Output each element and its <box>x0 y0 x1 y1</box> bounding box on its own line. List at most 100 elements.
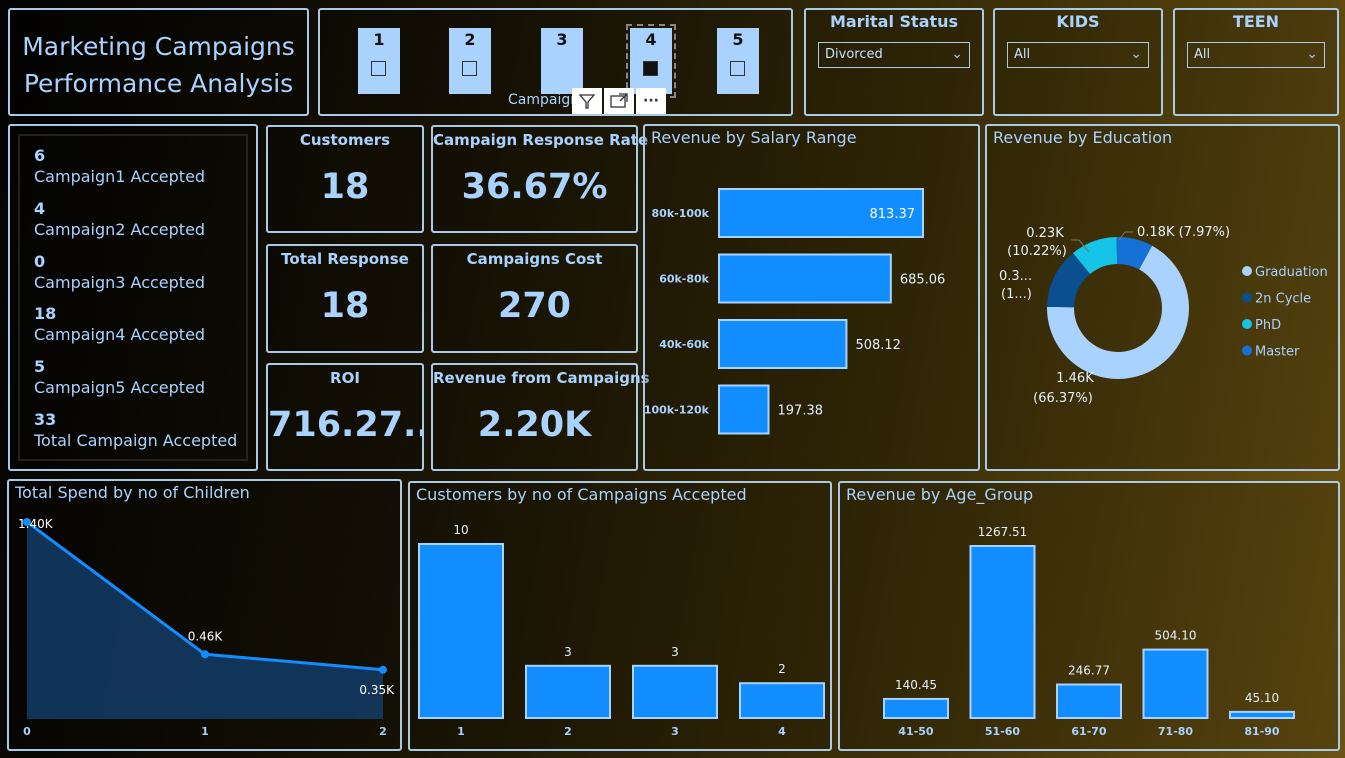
legend-label[interactable]: Graduation <box>1255 265 1328 280</box>
chevron-down-icon[interactable]: ⌄ <box>951 42 963 66</box>
focus-mode-icon[interactable] <box>604 88 634 114</box>
bar[interactable] <box>418 543 504 719</box>
kpi-label: Revenue from Campaigns <box>433 369 650 387</box>
kids-slicer: KIDS All ⌄ <box>993 8 1163 116</box>
bar[interactable] <box>1229 710 1295 720</box>
teen-value: All <box>1194 47 1211 62</box>
accepted-label: Campaign5 Accepted <box>34 378 206 397</box>
campaign-tile-5[interactable]: 5 <box>717 28 759 94</box>
bar-data-label: 10 <box>453 523 468 537</box>
teen-slicer: TEEN All ⌄ <box>1173 8 1339 116</box>
accepted-count: 33 <box>34 410 57 429</box>
checkbox-icon[interactable] <box>462 61 477 76</box>
legend-label[interactable]: 2n Cycle <box>1255 292 1311 307</box>
bar-data-label: 246.77 <box>1068 664 1110 678</box>
campaign-tile-1[interactable]: 1 <box>358 28 400 94</box>
kpi-customers: Customers 18 <box>266 125 424 233</box>
kpi-label: ROI <box>330 369 360 387</box>
accepted-count: 0 <box>34 252 46 271</box>
accepted-label: Campaign1 Accepted <box>34 167 206 186</box>
x-tick-label: 41-50 <box>898 725 934 738</box>
bar-data-label: 3 <box>564 645 572 659</box>
legend-label[interactable]: PhD <box>1255 318 1281 333</box>
campaign-slicer: 1 2 3 4 5 Campaign No ··· <box>318 8 793 116</box>
accepted-label: Campaign2 Accepted <box>34 220 206 239</box>
kpi-total-response: Total Response 18 <box>266 244 424 353</box>
campaign-tile-3[interactable]: 3 <box>541 28 583 94</box>
campaign-tile-4[interactable]: 4 <box>626 24 676 98</box>
accepted-label: Total Campaign Accepted <box>34 431 238 450</box>
teen-dropdown[interactable]: All ⌄ <box>1187 42 1325 68</box>
area-data-label: 1.40K <box>18 517 54 531</box>
salary-data-label: 813.37 <box>870 207 916 222</box>
data-point[interactable] <box>379 665 387 674</box>
x-tick-label: 3 <box>671 725 679 738</box>
campaign-tile-number: 4 <box>645 30 657 49</box>
salary-data-label: 197.38 <box>778 404 824 419</box>
filter-icon[interactable] <box>572 88 602 114</box>
bar[interactable] <box>1056 683 1122 719</box>
kpi-value: 18 <box>320 167 370 207</box>
more-options-icon[interactable]: ··· <box>636 88 666 114</box>
x-tick-label: 51-60 <box>985 725 1021 738</box>
bar[interactable] <box>632 664 718 720</box>
campaign-tile-number: 1 <box>373 30 385 49</box>
teen-label: TEEN <box>1232 12 1280 31</box>
bar-data-label: 140.45 <box>895 678 937 692</box>
campaign-tile-number: 3 <box>556 30 568 49</box>
salary-category-label: 80k-100k <box>652 207 710 220</box>
age-chart-panel: Revenue by Age_Group 140.45 41-50 1267.51 5… <box>838 481 1340 751</box>
accepted-item-campaign5: 5 Campaign5 Accepted <box>34 357 205 399</box>
kpi-label: Total Response <box>281 250 409 268</box>
bar-data-label: 504.10 <box>1155 629 1197 643</box>
bar[interactable] <box>1142 648 1209 719</box>
salary-bar[interactable] <box>718 384 770 435</box>
kpi-value: 716.27... <box>268 405 422 445</box>
accepted-item-total: 33 Total Campaign Accepted <box>34 410 237 452</box>
area-data-label: 0.35K <box>359 683 395 697</box>
bar[interactable] <box>883 697 949 719</box>
kpi-response-rate: Campaign Response Rate 36.67% <box>431 125 648 233</box>
education-data-label: (66.37%) <box>1033 391 1093 406</box>
accepted-count: 5 <box>34 357 46 376</box>
x-tick-label: 2 <box>379 725 387 738</box>
salary-data-label: 508.12 <box>855 338 901 353</box>
bar[interactable] <box>525 664 611 720</box>
bar-data-label: 45.10 <box>1245 691 1279 705</box>
salary-data-label: 685.06 <box>900 273 946 288</box>
checkbox-icon[interactable] <box>371 61 386 76</box>
chevron-down-icon[interactable]: ⌄ <box>1130 42 1142 66</box>
education-data-label: 0.3... <box>999 269 1032 284</box>
salary-category-label: 40k-60k <box>659 338 709 351</box>
bar-data-label: 3 <box>671 645 679 659</box>
campaigns-bar-chart: 10 1 3 2 3 3 2 4 <box>418 523 825 738</box>
salary-bar-chart: 80k-100k 813.37 60k-80k 685.06 40k-60k 508.12… <box>645 188 946 435</box>
salary-chart-panel: Revenue by Salary Range 80k-100k 813.37 60… <box>643 124 980 471</box>
campaign-accepted-list: 6 Campaign1 Accepted 4 Campaign2 Accepted … <box>18 134 248 461</box>
education-data-label: 1.46K <box>1056 371 1094 386</box>
campaign-tile-2[interactable]: 2 <box>449 28 491 94</box>
bar[interactable] <box>739 682 825 719</box>
education-chart-panel: Revenue by Education 1.46K (66.37%) 0.3...… <box>985 124 1340 471</box>
children-chart-panel: Total Spend by no of Children 1.40K 0 0.46… <box>7 479 402 751</box>
bar[interactable] <box>969 545 1036 719</box>
data-point[interactable] <box>201 650 209 659</box>
checkbox-icon[interactable] <box>730 61 745 76</box>
salary-bar[interactable] <box>718 253 892 304</box>
marital-status-dropdown[interactable]: Divorced ⌄ <box>818 42 970 68</box>
kpi-value: 2.20K <box>477 405 592 445</box>
x-tick-label: 4 <box>778 725 786 738</box>
accepted-label: Campaign3 Accepted <box>34 273 206 292</box>
campaigns-chart-panel: Customers by no of Campaigns Accepted 10… <box>408 481 832 751</box>
accepted-item-campaign4: 18 Campaign4 Accepted <box>34 304 205 346</box>
kids-dropdown[interactable]: All ⌄ <box>1007 42 1149 68</box>
salary-bar[interactable] <box>718 319 848 369</box>
kpi-label: Campaigns Cost <box>466 250 603 268</box>
checkbox-icon[interactable] <box>643 61 658 76</box>
education-data-label: (10.22%) <box>1007 244 1067 259</box>
legend-marker <box>1242 292 1252 303</box>
x-tick-label: 61-70 <box>1071 725 1107 738</box>
legend-label[interactable]: Master <box>1255 345 1300 360</box>
chevron-down-icon[interactable]: ⌄ <box>1306 42 1318 66</box>
accepted-item-campaign3: 0 Campaign3 Accepted <box>34 252 205 294</box>
